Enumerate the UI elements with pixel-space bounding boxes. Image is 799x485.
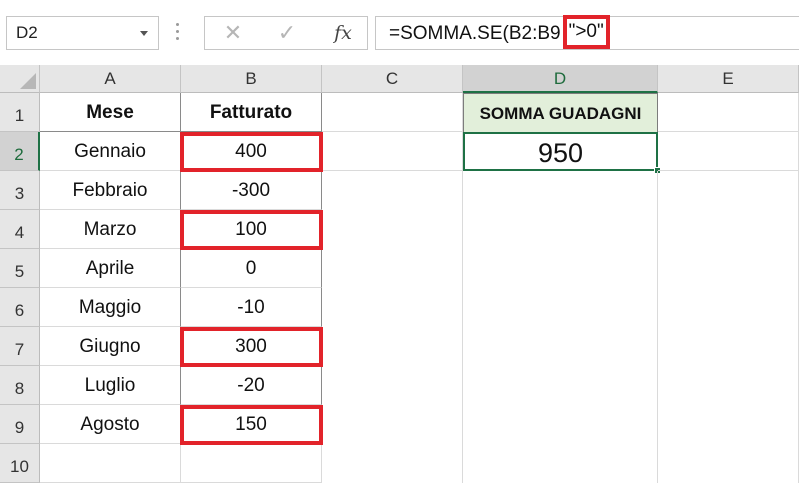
row-header-5[interactable]: 5 bbox=[0, 249, 40, 288]
column-e-empty-cells[interactable] bbox=[658, 171, 799, 483]
row-header-1[interactable]: 1 bbox=[0, 93, 40, 132]
cell-a4[interactable]: Marzo bbox=[40, 210, 181, 249]
row-header-10[interactable]: 10 bbox=[0, 444, 40, 483]
row-header-2[interactable]: 2 bbox=[0, 132, 40, 171]
column-header-c[interactable]: C bbox=[322, 65, 463, 93]
cell-b3[interactable]: -300 bbox=[181, 171, 322, 210]
select-all-button[interactable] bbox=[0, 65, 40, 93]
cell-b7[interactable]: 300 bbox=[181, 327, 322, 366]
cell-b10[interactable] bbox=[181, 444, 322, 483]
cell-b5[interactable]: 0 bbox=[181, 249, 322, 288]
cell-a3[interactable]: Febbraio bbox=[40, 171, 181, 210]
cancel-icon[interactable]: ✕ bbox=[213, 17, 253, 49]
cell-a10[interactable] bbox=[40, 444, 181, 483]
cell-e2[interactable] bbox=[658, 132, 799, 171]
enter-icon[interactable]: ✓ bbox=[267, 17, 307, 49]
cell-a5[interactable]: Aprile bbox=[40, 249, 181, 288]
column-c-empty-cells[interactable] bbox=[322, 171, 463, 483]
cell-a9[interactable]: Agosto bbox=[40, 405, 181, 444]
cell-b9[interactable]: 150 bbox=[181, 405, 322, 444]
row-header-9[interactable]: 9 bbox=[0, 405, 40, 444]
formula-buttons: ✕ ✓ fx bbox=[204, 16, 368, 50]
column-header-e[interactable]: E bbox=[658, 65, 799, 93]
cell-a6[interactable]: Maggio bbox=[40, 288, 181, 327]
column-d-empty-cells[interactable] bbox=[463, 171, 658, 483]
row-header-6[interactable]: 6 bbox=[0, 288, 40, 327]
row-header-3[interactable]: 3 bbox=[0, 171, 40, 210]
formula-criteria-highlight: ">0" bbox=[562, 15, 610, 49]
column-header-d[interactable]: D bbox=[463, 65, 658, 93]
cell-e1[interactable] bbox=[658, 93, 799, 132]
cell-c2[interactable] bbox=[322, 132, 463, 171]
drag-handle-icon[interactable] bbox=[176, 23, 180, 45]
formula-text: =SOMMA.SE(B2:B9 bbox=[389, 23, 561, 44]
cell-b1[interactable]: Fatturato bbox=[181, 93, 322, 132]
cell-a8[interactable]: Luglio bbox=[40, 366, 181, 405]
row-header-4[interactable]: 4 bbox=[0, 210, 40, 249]
cell-a1[interactable]: Mese bbox=[40, 93, 181, 132]
cell-a7[interactable]: Giugno bbox=[40, 327, 181, 366]
cell-d1[interactable]: SOMMA GUADAGNI bbox=[463, 93, 658, 132]
row-header-8[interactable]: 8 bbox=[0, 366, 40, 405]
cell-d2[interactable]: 950 bbox=[463, 132, 658, 171]
cell-a2[interactable]: Gennaio bbox=[40, 132, 181, 171]
insert-function-icon[interactable]: fx bbox=[323, 17, 363, 49]
cell-c1[interactable] bbox=[322, 93, 463, 132]
cell-b6[interactable]: -10 bbox=[181, 288, 322, 327]
cell-b2[interactable]: 400 bbox=[181, 132, 322, 171]
cell-b8[interactable]: -20 bbox=[181, 366, 322, 405]
select-all-icon bbox=[20, 73, 36, 89]
formula-bar-area: D2 ✕ ✓ fx =SOMMA.SE(B2:B9 ">0" bbox=[0, 0, 799, 65]
formula-input[interactable]: =SOMMA.SE(B2:B9 ">0" bbox=[375, 15, 799, 50]
column-header-a[interactable]: A bbox=[40, 65, 181, 93]
row-header-7[interactable]: 7 bbox=[0, 327, 40, 366]
cell-b4[interactable]: 100 bbox=[181, 210, 322, 249]
chevron-down-icon[interactable] bbox=[140, 31, 148, 36]
name-box-value: D2 bbox=[16, 23, 38, 42]
name-box[interactable]: D2 bbox=[6, 16, 159, 50]
column-header-b[interactable]: B bbox=[181, 65, 322, 93]
